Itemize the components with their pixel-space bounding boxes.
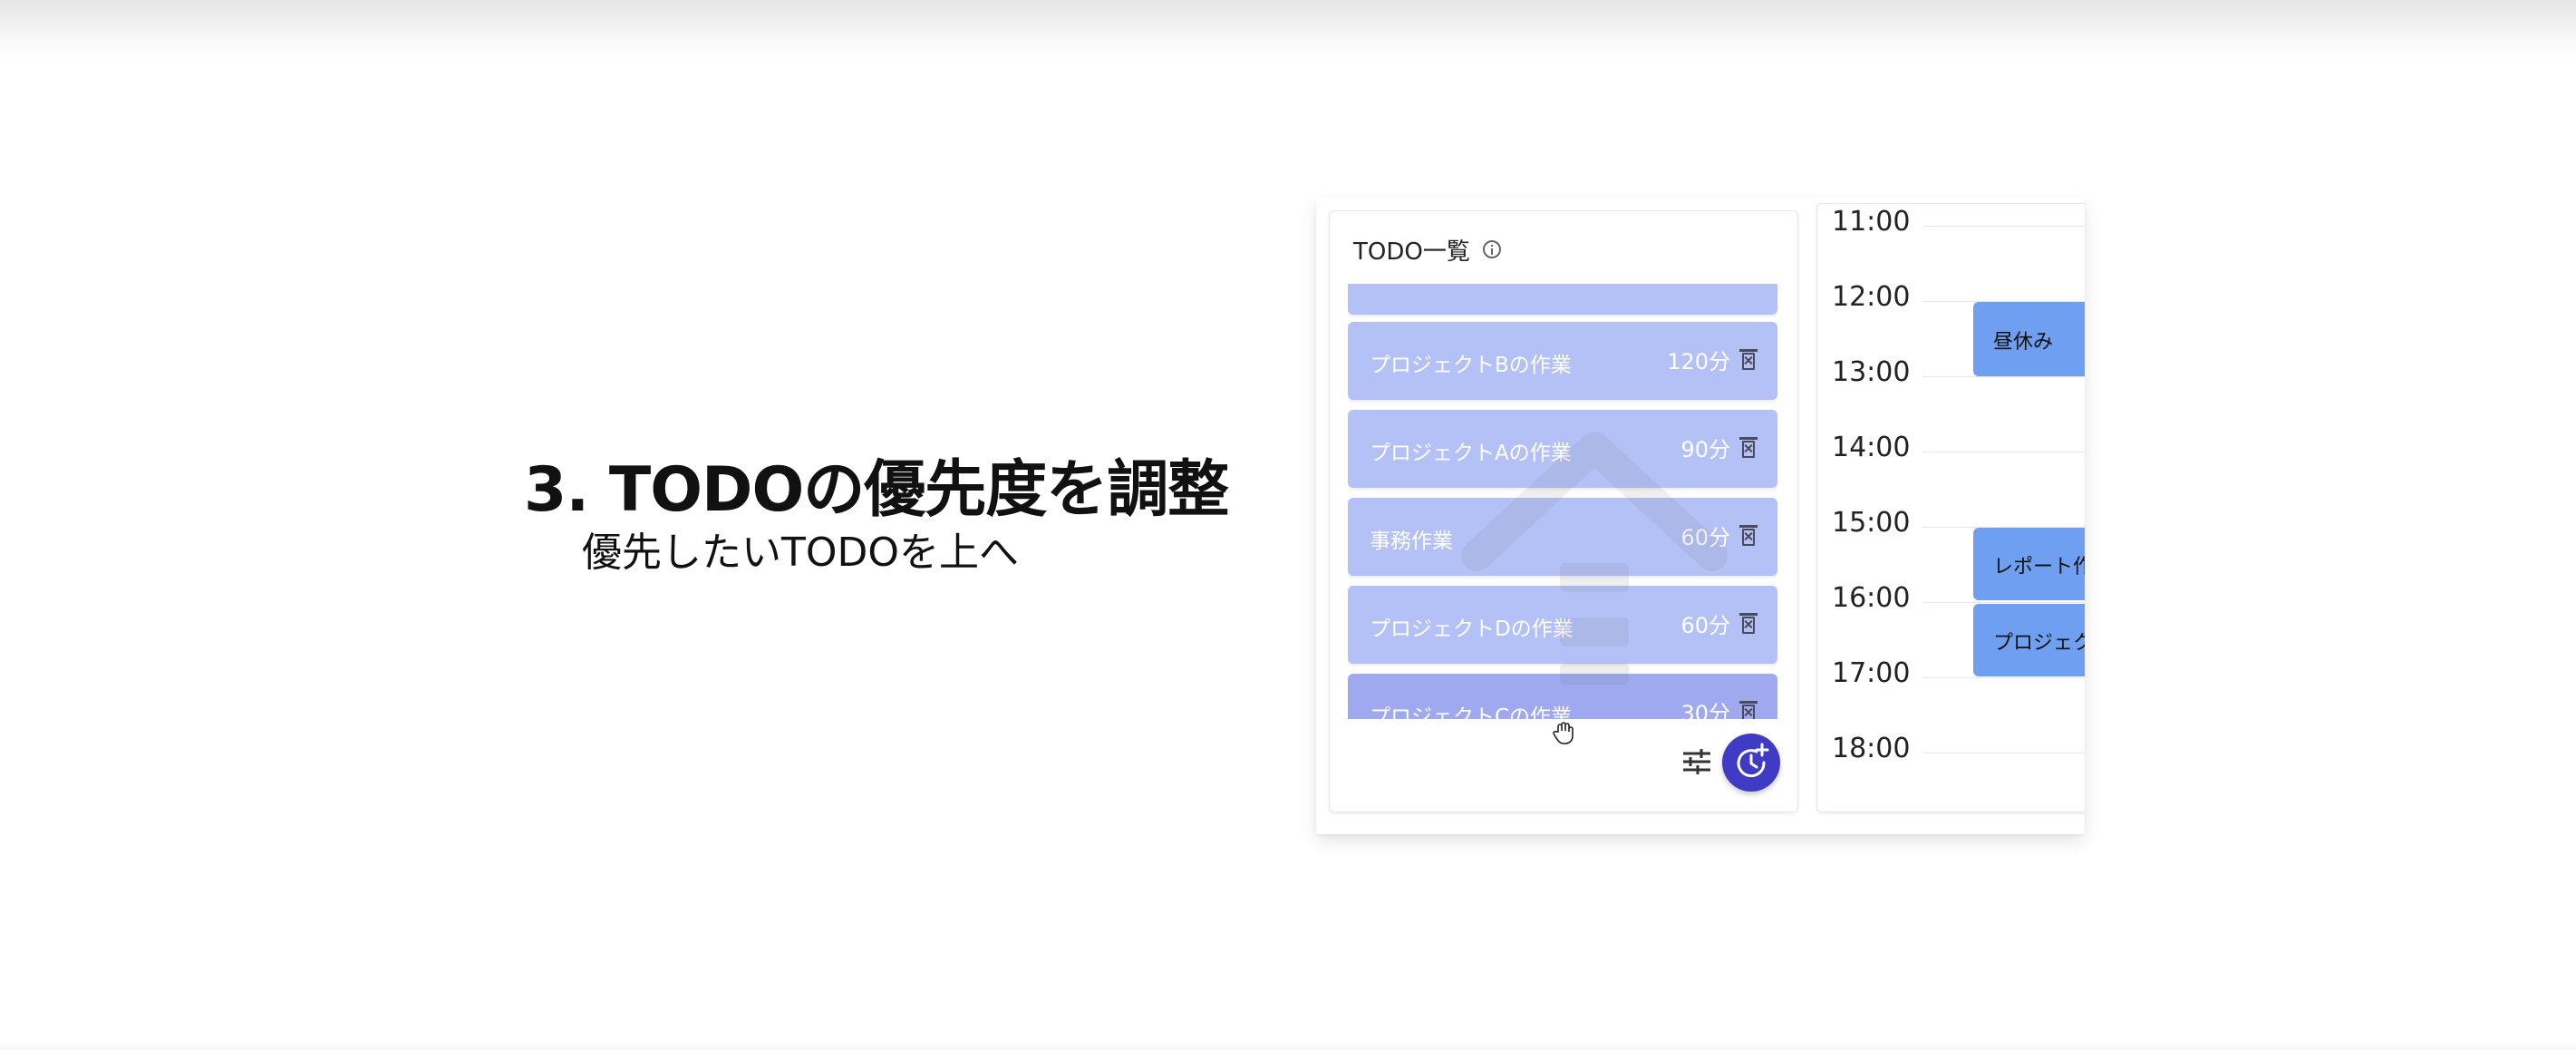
todo-item-duration: 90分 [1680, 437, 1730, 462]
event-label: レポート作 [1993, 556, 2085, 578]
hour-label: 18:00 [1832, 733, 1911, 764]
sliders-icon[interactable] [1681, 748, 1712, 775]
todo-item-duration: 30分 [1680, 701, 1730, 719]
todo-panel-title: TODO一覧 [1353, 238, 1470, 266]
hour-row: 18:00 [1817, 731, 2085, 764]
todo-item[interactable]: プロジェクトAの作業 90分 [1348, 410, 1777, 488]
todo-list[interactable]: プロジェクトBの作業 120分 プロジェクトAの作業 90分 事務作業 60分 … [1348, 284, 1777, 719]
todo-item[interactable]: プロジェクトDの作業 60分 [1348, 586, 1777, 664]
hour-row: 11:00 [1817, 204, 2085, 238]
todo-item-name: 事務作業 [1370, 530, 1453, 553]
todo-header: TODO一覧 [1353, 231, 1501, 267]
trash-icon[interactable] [1739, 525, 1758, 546]
todo-item-partial[interactable] [1348, 284, 1777, 315]
hour-label: 12:00 [1832, 281, 1911, 313]
calendar-event[interactable]: プロジェク [1973, 604, 2085, 676]
hour-label: 16:00 [1832, 582, 1911, 614]
hour-label: 13:00 [1832, 356, 1911, 388]
bottom-edge [0, 1043, 2576, 1050]
todo-item-name: プロジェクトDの作業 [1370, 617, 1574, 641]
trash-icon[interactable] [1739, 437, 1758, 458]
calendar-panel: 11:00 12:00 13:00 14:00 15:00 16:00 17:0… [1816, 203, 2085, 812]
hour-label: 14:00 [1832, 432, 1911, 463]
info-icon[interactable] [1482, 240, 1501, 258]
todo-item-duration: 60分 [1680, 613, 1730, 638]
todo-item[interactable]: 事務作業 60分 [1348, 498, 1777, 576]
trash-icon[interactable] [1739, 349, 1758, 370]
todo-item-duration: 120分 [1667, 349, 1730, 374]
trash-icon[interactable] [1739, 613, 1758, 634]
todo-item-dragging[interactable]: プロジェクトCの作業 30分 [1348, 674, 1777, 719]
calendar-event[interactable]: 昼休み [1973, 302, 2085, 376]
todo-item-name: プロジェクトBの作業 [1370, 354, 1572, 377]
grab-cursor-icon [1553, 722, 1574, 744]
clock-plus-icon [1737, 743, 1769, 778]
calendar-event[interactable]: レポート作 [1973, 528, 2085, 600]
todo-panel: TODO一覧 プロジェクトBの作業 120分 プロジェクトAの作業 90分 事務… [1329, 210, 1798, 812]
slide: 3. TODOの優先度を調整 優先したいTODOを上へ TODO一覧 プロジェク… [0, 0, 2576, 1050]
hour-label: 11:00 [1832, 206, 1911, 238]
hour-row: 14:00 [1817, 430, 2085, 463]
todo-item-name: プロジェクトCの作業 [1370, 705, 1573, 719]
top-shadow [0, 0, 2576, 63]
hour-label: 17:00 [1832, 657, 1911, 689]
slide-subheading: 優先したいTODOを上へ [582, 530, 1020, 576]
todo-item-duration: 60分 [1680, 525, 1730, 550]
hour-row: 12:00 [1817, 279, 2085, 313]
todo-item-name: プロジェクトAの作業 [1370, 442, 1572, 465]
slide-heading: 3. TODOの優先度を調整 [524, 454, 1229, 526]
hour-label: 15:00 [1832, 507, 1911, 539]
app-screenshot: TODO一覧 プロジェクトBの作業 120分 プロジェクトAの作業 90分 事務… [1316, 198, 2085, 834]
trash-icon[interactable] [1739, 701, 1758, 719]
todo-item[interactable]: プロジェクトBの作業 120分 [1348, 322, 1777, 400]
event-label: 昼休み [1993, 331, 2054, 354]
add-schedule-button[interactable] [1722, 734, 1780, 792]
event-label: プロジェク [1993, 632, 2085, 655]
hour-row: 15:00 [1817, 505, 2085, 539]
